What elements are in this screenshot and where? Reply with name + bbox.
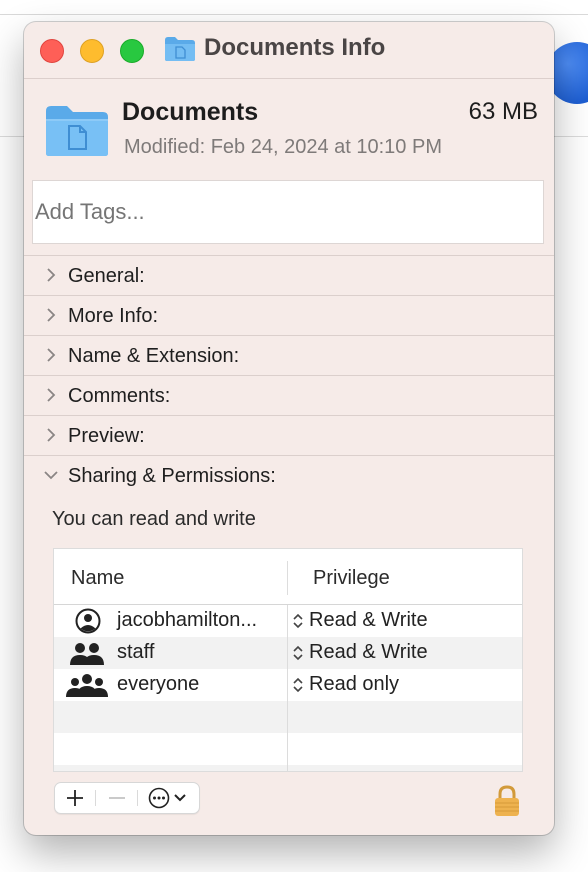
- section-comments[interactable]: Comments:: [24, 375, 554, 415]
- group-icon: [70, 643, 104, 665]
- folder-icon: [46, 106, 108, 156]
- table-header: Name Privilege: [54, 549, 522, 605]
- section-name-extension[interactable]: Name & Extension:: [24, 335, 554, 375]
- remove-icon[interactable]: [105, 783, 129, 813]
- privilege-value: Read & Write: [309, 641, 428, 663]
- toolbar-divider: [95, 790, 96, 806]
- stepper-icon: [293, 677, 303, 693]
- chevron-right-icon: [47, 308, 56, 322]
- stepper-icon: [293, 613, 303, 629]
- section-preview[interactable]: Preview:: [24, 415, 554, 455]
- everyone-icon: [66, 674, 108, 697]
- table-row[interactable]: jacobhamilton... Read & Write: [54, 605, 522, 637]
- user-name: everyone: [117, 673, 200, 695]
- empty-row: [54, 733, 522, 765]
- chevron-right-icon: [47, 428, 56, 442]
- section-general[interactable]: General:: [24, 255, 554, 295]
- info-window: Documents Info Documents 63 MB Modified:…: [24, 22, 554, 835]
- chevron-down-icon: [44, 471, 58, 480]
- file-name: Documents: [122, 98, 259, 126]
- zoom-button[interactable]: [120, 39, 144, 63]
- user-name: staff: [117, 641, 155, 663]
- chevron-right-icon: [47, 388, 56, 402]
- desktop-line: [0, 14, 588, 15]
- folder-icon: [165, 37, 195, 61]
- titlebar: Documents Info: [24, 22, 554, 79]
- permission-summary: You can read and write: [52, 508, 256, 530]
- stepper-icon: [293, 645, 303, 661]
- window-title: Documents Info: [204, 34, 386, 61]
- file-size: 63 MB: [468, 98, 538, 125]
- section-sharing-permissions[interactable]: Sharing & Permissions:: [24, 455, 554, 495]
- table-row[interactable]: everyone Read only: [54, 669, 522, 701]
- permissions-table: Name Privilege jacobhamilton... Read & W…: [53, 548, 523, 772]
- minimize-button[interactable]: [80, 39, 104, 63]
- column-header-privilege[interactable]: Privilege: [313, 567, 390, 590]
- action-menu-icon[interactable]: [145, 783, 195, 813]
- user-name: jacobhamilton...: [117, 609, 258, 631]
- column-header-name[interactable]: Name: [71, 567, 124, 590]
- column-divider: [287, 605, 288, 771]
- toolbar-divider: [137, 790, 138, 806]
- privilege-value: Read & Write: [309, 609, 428, 631]
- close-button[interactable]: [40, 39, 64, 63]
- section-label: More Info:: [68, 305, 159, 327]
- section-label: Comments:: [68, 385, 171, 407]
- section-more-info[interactable]: More Info:: [24, 295, 554, 335]
- section-label: Sharing & Permissions:: [68, 465, 276, 487]
- section-label: Name & Extension:: [68, 345, 240, 367]
- user-icon: [75, 608, 101, 634]
- section-label: General:: [68, 265, 145, 287]
- section-label: Preview:: [68, 425, 145, 447]
- file-modified-date: Modified: Feb 24, 2024 at 10:10 PM: [124, 136, 442, 158]
- privilege-value: Read only: [309, 673, 400, 695]
- desktop-divider-right: [548, 136, 588, 137]
- column-divider[interactable]: [287, 561, 288, 595]
- table-row[interactable]: staff Read & Write: [54, 637, 522, 669]
- empty-row: [54, 765, 522, 771]
- add-icon[interactable]: [63, 783, 87, 813]
- permissions-toolbar: [54, 782, 200, 814]
- chevron-right-icon: [47, 348, 56, 362]
- empty-row: [54, 701, 522, 733]
- tags-input[interactable]: [32, 180, 544, 244]
- chevron-right-icon: [47, 268, 56, 282]
- lock-icon[interactable]: [493, 784, 521, 818]
